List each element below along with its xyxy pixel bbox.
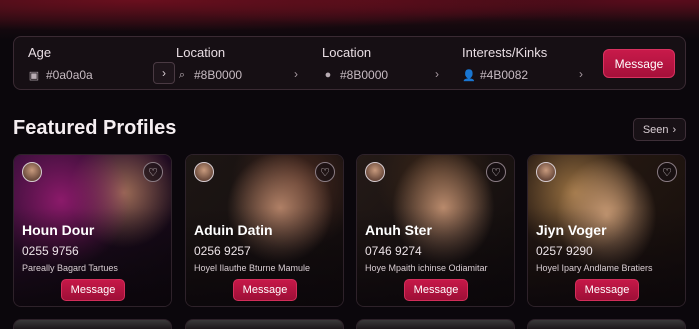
map-pin-icon: ● bbox=[324, 69, 332, 81]
profile-name: Aduin Datin bbox=[194, 222, 273, 238]
heart-icon[interactable]: ♡ bbox=[143, 162, 163, 182]
profile-card-partial[interactable] bbox=[356, 319, 515, 329]
message-button[interactable]: Message bbox=[61, 279, 125, 301]
filter-bar: Age ▣ #0a0a0a › Location ⌕ #8B0000 › Loc… bbox=[13, 36, 686, 90]
profile-phone: 0255 9756 bbox=[22, 244, 79, 258]
section-title: Featured Profiles bbox=[13, 117, 177, 139]
profile-card-partial[interactable] bbox=[13, 319, 172, 329]
profile-name: Jiyn Voger bbox=[536, 222, 607, 238]
filter-location-1-value: ⌕ #8B0000 bbox=[176, 68, 242, 82]
filter-age[interactable]: Age ▣ #0a0a0a › bbox=[28, 43, 175, 87]
profile-name: Houn Dour bbox=[22, 222, 95, 238]
heart-icon[interactable]: ♡ bbox=[486, 162, 506, 182]
filter-interests[interactable]: Interests/Kinks 👤 #4B0082 › bbox=[462, 43, 592, 87]
calendar-icon: ▣ bbox=[28, 69, 40, 82]
avatar bbox=[22, 162, 42, 182]
message-button[interactable]: Message bbox=[233, 279, 297, 301]
message-button[interactable]: Message bbox=[575, 279, 639, 301]
profile-tagline: Hoyel Ilauthe Bturne Mamule bbox=[194, 263, 311, 273]
profile-card[interactable]: ♡ Anuh Ster 0746 9274 Hoye Mpaith ichins… bbox=[356, 154, 515, 307]
hero-banner bbox=[0, 0, 699, 40]
filter-age-label: Age bbox=[28, 45, 52, 60]
avatar bbox=[365, 162, 385, 182]
profile-tagline: Pareally Bagard Tartues bbox=[22, 263, 118, 273]
profile-card[interactable]: ♡ Aduin Datin 0256 9257 Hoyel Ilauthe Bt… bbox=[185, 154, 344, 307]
filter-location-2-label: Location bbox=[322, 45, 372, 60]
heart-icon[interactable]: ♡ bbox=[315, 162, 335, 182]
profile-phone: 0746 9274 bbox=[365, 244, 422, 258]
chevron-right-icon: › bbox=[294, 67, 298, 81]
filter-interests-label: Interests/Kinks bbox=[462, 45, 548, 60]
message-button[interactable]: Message bbox=[404, 279, 468, 301]
avatar bbox=[536, 162, 556, 182]
filter-location-1[interactable]: Location ⌕ #8B0000 › bbox=[176, 43, 306, 87]
profile-tagline: Hoye Mpaith ichinse Odiamitar bbox=[365, 263, 488, 273]
heart-icon[interactable]: ♡ bbox=[657, 162, 677, 182]
profile-phone: 0257 9290 bbox=[536, 244, 593, 258]
chevron-right-icon: › bbox=[672, 123, 677, 136]
chevron-right-icon: › bbox=[579, 67, 583, 81]
search-icon: ⌕ bbox=[178, 68, 186, 81]
chevron-right-icon[interactable]: › bbox=[153, 62, 175, 84]
profile-phone: 0256 9257 bbox=[194, 244, 251, 258]
filter-location-2-value: ● #8B0000 bbox=[322, 68, 388, 82]
profile-card-partial[interactable] bbox=[185, 319, 344, 329]
profile-card[interactable]: ♡ Houn Dour 0255 9756 Pareally Bagard Ta… bbox=[13, 154, 172, 307]
avatar bbox=[194, 162, 214, 182]
chevron-right-icon: › bbox=[435, 67, 439, 81]
people-icon: 👤 bbox=[462, 69, 476, 82]
profile-name: Anuh Ster bbox=[365, 222, 432, 238]
message-button[interactable]: Message bbox=[603, 49, 675, 78]
profile-tagline: Hoyel Ipary Andlame Bratiers bbox=[536, 263, 653, 273]
profile-card[interactable]: ♡ Jiyn Voger 0257 9290 Hoyel Ipary Andla… bbox=[527, 154, 686, 307]
filter-location-1-label: Location bbox=[176, 45, 226, 60]
profile-card-partial[interactable] bbox=[527, 319, 686, 329]
filter-age-value: ▣ #0a0a0a bbox=[28, 68, 93, 82]
filter-interests-value: 👤 #4B0082 bbox=[462, 68, 529, 82]
filter-location-2[interactable]: Location ● #8B0000 › bbox=[322, 43, 452, 87]
see-all-button[interactable]: Seen › bbox=[633, 118, 686, 141]
